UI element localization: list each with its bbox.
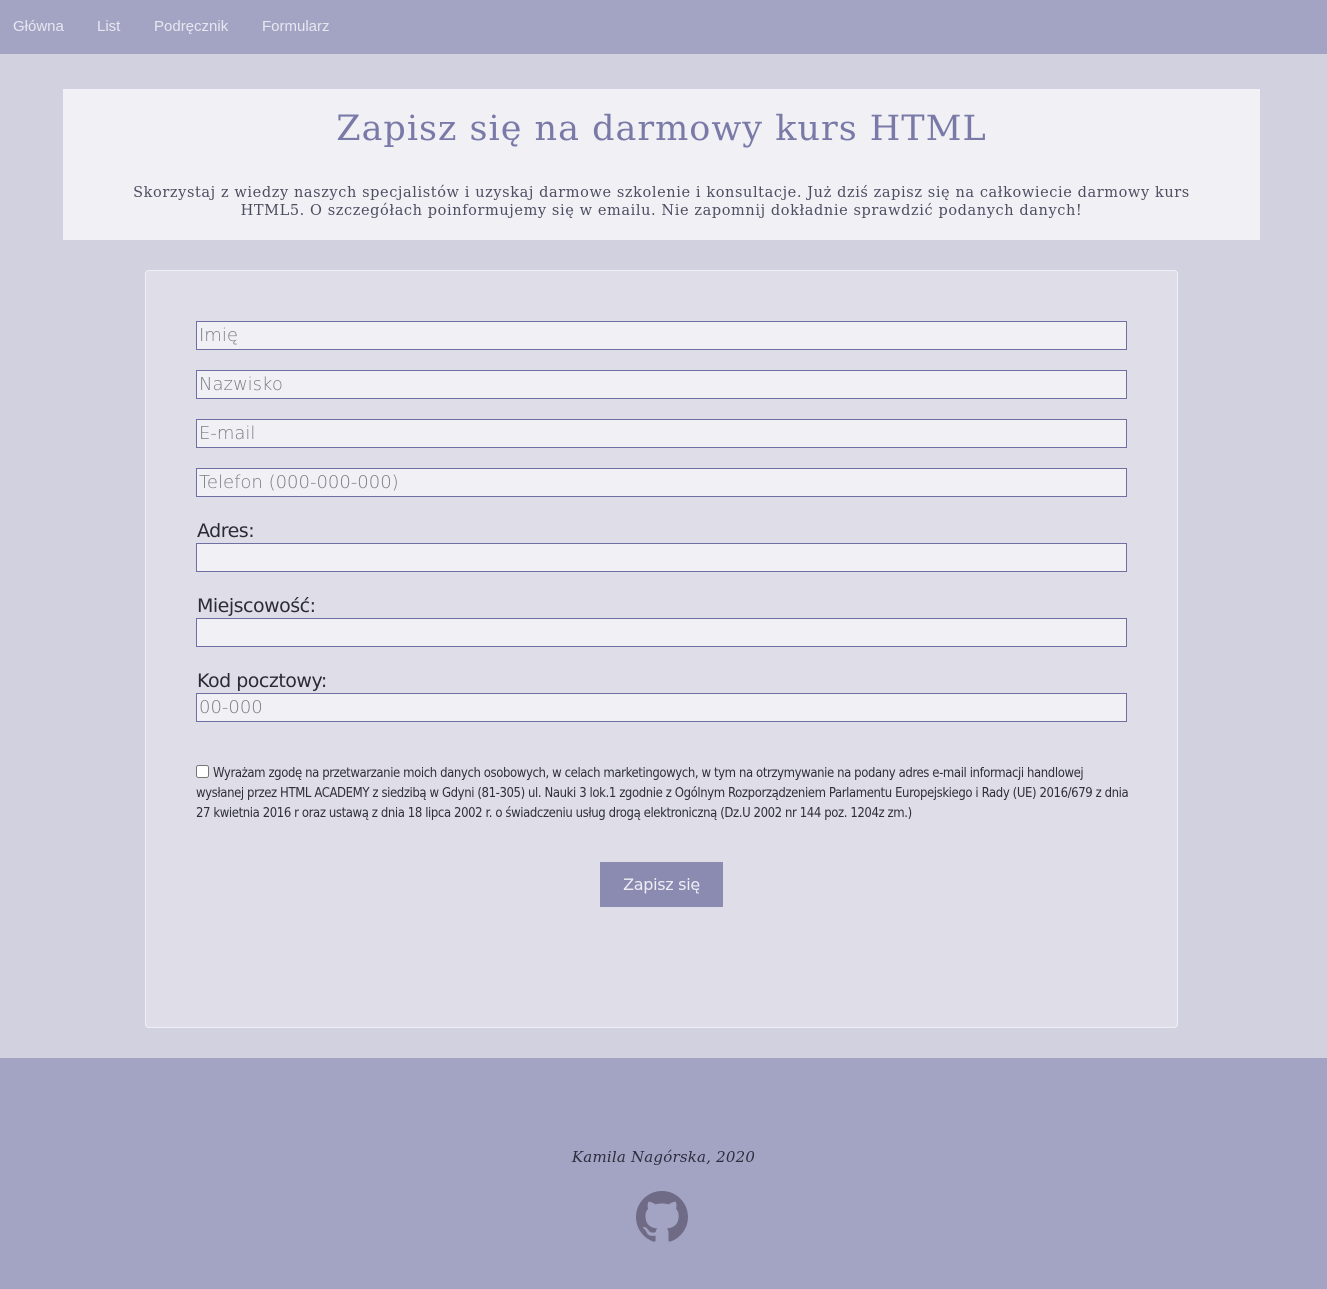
hero-description: Skorzystaj z wiedzy naszych specjalistów… <box>133 185 1190 219</box>
address-input[interactable] <box>196 543 1127 572</box>
top-navigation: Główna List Podręcznik Formularz <box>0 0 1327 54</box>
nav-link-formularz[interactable]: Formularz <box>262 18 330 36</box>
signup-form: Adres: Miejscowość: Kod pocztowy: Wyraża… <box>145 270 1178 1028</box>
postal-code-label: Kod pocztowy: <box>197 670 327 692</box>
email-input[interactable] <box>196 419 1127 448</box>
consent-block: Wyrażam zgodę na przetwarzanie moich dan… <box>196 764 1131 824</box>
nav-link-list[interactable]: List <box>97 18 120 36</box>
hero-banner: Zapisz się na darmowy kurs HTML Skorzyst… <box>63 89 1260 240</box>
github-icon-graphic <box>636 1191 688 1242</box>
consent-checkbox[interactable] <box>196 765 209 778</box>
address-label: Adres: <box>197 520 255 542</box>
postal-code-input[interactable] <box>196 693 1127 722</box>
submit-button[interactable]: Zapisz się <box>600 862 723 907</box>
page-footer: Kamila Nagórska, 2020 <box>0 1058 1327 1289</box>
page-title: Zapisz się na darmowy kurs HTML <box>336 109 987 149</box>
phone-input[interactable] <box>196 468 1127 497</box>
consent-text: Wyrażam zgodę na przetwarzanie moich dan… <box>196 766 1129 821</box>
footer-credit: Kamila Nagórska, 2020 <box>571 1148 756 1166</box>
last-name-input[interactable] <box>196 370 1127 399</box>
nav-link-glowna[interactable]: Główna <box>13 18 64 36</box>
city-input[interactable] <box>196 618 1127 647</box>
first-name-input[interactable] <box>196 321 1127 350</box>
city-label: Miejscowość: <box>197 595 316 617</box>
nav-link-podrecznik[interactable]: Podręcznik <box>154 18 228 36</box>
github-icon[interactable] <box>636 1191 688 1243</box>
